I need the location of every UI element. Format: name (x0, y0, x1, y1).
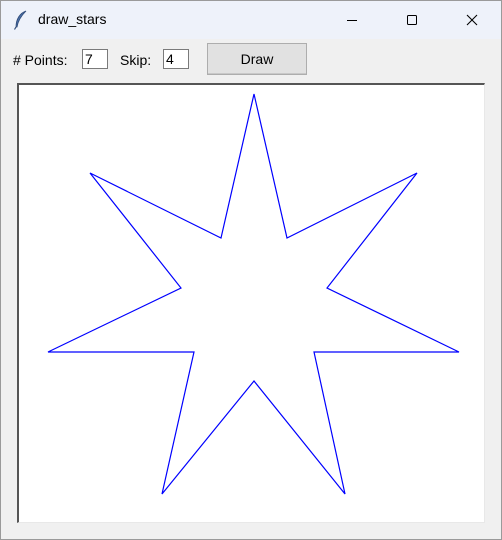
skip-input[interactable] (163, 49, 189, 69)
title-bar[interactable]: draw_stars (1, 1, 501, 39)
minimize-icon (347, 20, 357, 21)
close-icon (466, 14, 478, 26)
feather-icon (13, 10, 27, 30)
star-shape (47, 93, 460, 495)
app-window: draw_stars # Points: Skip: Draw (0, 0, 502, 540)
toolbar: # Points: Skip: Draw (1, 39, 501, 79)
maximize-button[interactable] (389, 1, 435, 39)
drawing-canvas[interactable] (17, 83, 485, 523)
draw-button[interactable]: Draw (207, 43, 307, 75)
star-drawing (47, 93, 460, 495)
window-title: draw_stars (38, 11, 107, 27)
skip-label: Skip: (120, 52, 152, 68)
minimize-button[interactable] (329, 1, 375, 39)
points-label: # Points: (13, 52, 68, 68)
points-input[interactable] (82, 49, 108, 69)
maximize-icon (407, 15, 417, 25)
close-button[interactable] (449, 1, 495, 39)
